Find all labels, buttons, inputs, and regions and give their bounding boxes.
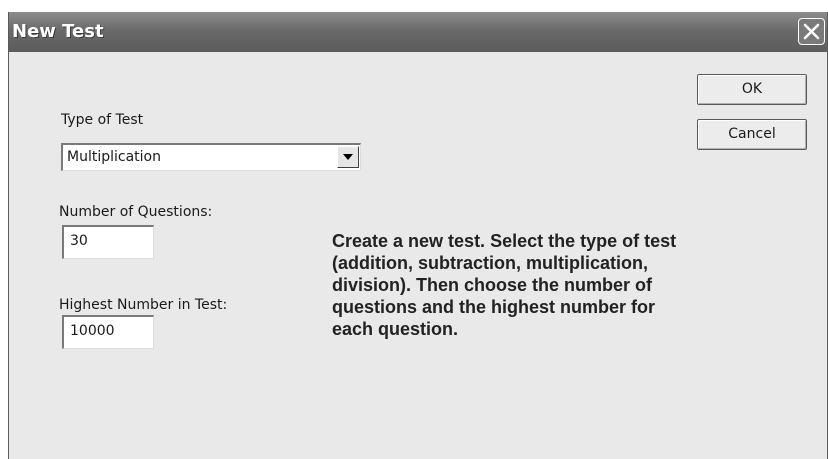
instructions-line: (addition, subtraction, multiplication, [332, 253, 648, 273]
dropdown-button[interactable] [337, 146, 359, 168]
ok-button[interactable]: OK [697, 74, 807, 105]
close-icon [803, 23, 820, 40]
instructions-line: questions and the highest number for [332, 297, 656, 317]
instructions-line: each question. [332, 319, 459, 339]
instructions-text: Create a new test. Select the type of te… [332, 230, 782, 340]
number-of-questions-input[interactable]: 30 [62, 225, 154, 259]
cancel-button[interactable]: Cancel [697, 119, 807, 150]
type-of-test-label: Type of Test [61, 112, 144, 128]
type-of-test-select[interactable]: Multiplication [61, 143, 361, 171]
instructions-line: Create a new test. Select the type of te… [332, 231, 677, 251]
chevron-down-icon [343, 154, 353, 160]
new-test-dialog: New Test Type of Test Multiplication Num… [8, 12, 828, 459]
instructions-line: division). Then choose the number of [332, 275, 653, 295]
highest-number-input[interactable]: 10000 [62, 315, 154, 349]
type-of-test-value: Multiplication [67, 149, 161, 165]
number-of-questions-label: Number of Questions: [59, 204, 213, 220]
close-button[interactable] [798, 18, 825, 45]
highest-number-label: Highest Number in Test: [59, 297, 228, 313]
title-bar[interactable]: New Test [9, 12, 827, 52]
dialog-title: New Test [12, 21, 104, 42]
